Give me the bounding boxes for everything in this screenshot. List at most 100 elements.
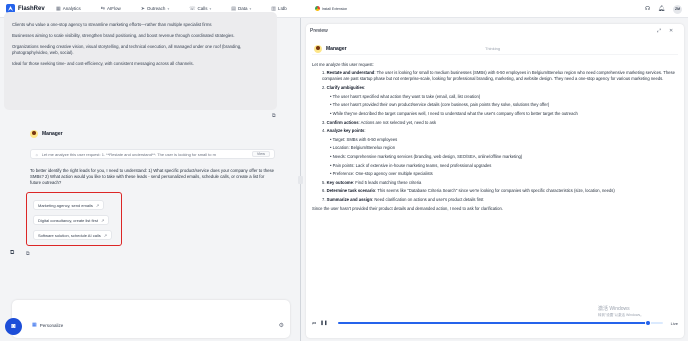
bullet-text: Pain points: Lack of extensive in-house … xyxy=(332,162,492,168)
bullet-item: • Needs: Comprehensive marketing service… xyxy=(330,153,523,159)
previous-message-card: Clients who value a one-stop agency to s… xyxy=(4,12,277,110)
view-button[interactable]: View xyxy=(251,151,270,157)
user-avatar[interactable]: ZM xyxy=(673,4,682,14)
step-label: Analyze key points xyxy=(326,128,365,134)
nav-item-outreach[interactable]: ➤ Outreach ▾ xyxy=(141,6,169,12)
nav-menu: ▦ Analytics ⇆ AIFlow ➤ Outreach ▾ ☏ Calls ▾ ▤ Data ▾… xyxy=(56,6,307,12)
agent-name: Manager xyxy=(42,131,63,137)
install-extension-link[interactable]: Install Extension xyxy=(314,6,348,11)
step-item: 1. Restate and understand: The user is l… xyxy=(322,69,675,81)
bullet-text: Preference: One-stop agency over multipl… xyxy=(332,171,433,177)
copy-icon[interactable]: ⧉ xyxy=(26,251,30,257)
bullet-text: Target: SMBs with 6-50 employees xyxy=(332,136,398,142)
aiflow-icon: ⇆ xyxy=(100,5,105,12)
database-icon: ▤ xyxy=(231,5,236,12)
message-line: Organizations needing creative vision, v… xyxy=(12,44,242,55)
nav-item-aiflow[interactable]: ⇆ AIFlow xyxy=(101,6,121,12)
nav-item-label: Analytics xyxy=(62,6,81,11)
thinking-status: Thinking xyxy=(485,46,501,51)
live-label[interactable]: Live xyxy=(671,321,678,326)
nav-item-lidb[interactable]: ▥ LIdb xyxy=(271,6,287,12)
outreach-icon: ➤ xyxy=(140,5,145,12)
arrow-up-right-icon: ↗ xyxy=(100,217,105,223)
resize-handle[interactable] xyxy=(298,176,303,184)
chat-input-panel[interactable]: ▦ Personalize ⚙ xyxy=(12,300,290,338)
bullet-text: Needs: Comprehensive marketing services … xyxy=(332,153,523,159)
preview-agent-header: Manager xyxy=(314,45,347,53)
settings-icon[interactable]: ⚙ xyxy=(279,322,284,329)
playback-slider[interactable] xyxy=(337,320,663,326)
suggestion-label: Marketing agency, send emails xyxy=(38,202,93,208)
step-item: 2. Clarify ambiguities: xyxy=(322,85,366,91)
bullet-text: While they've described the target compa… xyxy=(332,110,578,116)
playback-knob[interactable] xyxy=(645,320,652,326)
suggestion-chip[interactable]: Digital consultancy, create list first ↗ xyxy=(33,215,110,225)
windows-activation-watermark: 激活 Windows 转到"设置"以激活 Windows。 xyxy=(598,306,644,318)
nav-item-analytics[interactable]: ▦ Analytics xyxy=(56,6,81,12)
bulb-icon: ☼ xyxy=(35,151,39,157)
expand-icon[interactable]: ⤢ xyxy=(657,28,661,34)
agent-header: Manager xyxy=(30,130,63,138)
nav-item-label: AIFlow xyxy=(106,6,121,11)
bell-icon[interactable]: 🔔︎ xyxy=(658,6,665,12)
thinking-summary-text: Let me analyze this user request: 1. **R… xyxy=(41,151,216,157)
pause-icon[interactable]: ❚❚ xyxy=(320,320,328,326)
replay-player: ⏮ ❚❚ Live xyxy=(312,318,678,328)
arrow-up-right-icon: ↗ xyxy=(103,232,108,238)
new-chat-icon[interactable]: ⧉ xyxy=(10,250,14,257)
chat-bubble-icon: ◙ xyxy=(11,323,16,330)
nav-item-data[interactable]: ▤ Data ▾ xyxy=(231,6,251,12)
bullet-item: • While they've described the target com… xyxy=(330,110,578,116)
suggestion-chip[interactable]: Software solution, schedule AI calls ↗ xyxy=(33,230,113,240)
agent-name: Manager xyxy=(326,46,347,52)
bullet-item: • Preference: One-stop agency over multi… xyxy=(330,171,433,177)
suggestion-label: Digital consultancy, create list first xyxy=(38,217,98,223)
headset-icon[interactable]: ☊ xyxy=(645,6,650,12)
watermark-line: 转到"设置"以激活 Windows。 xyxy=(598,312,644,317)
step-label: Key outcome xyxy=(326,179,353,185)
step-text: : Actions are not selected yet, need to … xyxy=(358,119,437,125)
nav-item-label: LIdb xyxy=(278,6,287,11)
assistant-fab[interactable]: ◙ xyxy=(5,318,22,335)
arrow-up-right-icon: ↗ xyxy=(95,202,100,208)
playback-progress-fill xyxy=(337,322,649,324)
step-text: : xyxy=(364,128,366,134)
install-extension-label: Install Extension xyxy=(321,6,348,11)
bullet-text: Location: Belgium/Benelux region xyxy=(332,145,396,151)
brand-name: FlashRev xyxy=(18,5,45,12)
skip-back-icon[interactable]: ⏮ xyxy=(312,321,316,326)
chrome-icon xyxy=(314,6,320,11)
step-item: 4. Analyze key points: xyxy=(322,128,366,134)
step-label: Summarize and assign xyxy=(326,196,373,202)
step-label: Restate and understand xyxy=(326,69,375,75)
message-line: Clients who value a one-stop agency to s… xyxy=(12,22,212,27)
personalize-toggle[interactable]: ▦ Personalize xyxy=(32,322,63,328)
nav-item-label: Calls xyxy=(197,6,208,11)
bullet-item: • Location: Belgium/Benelux region xyxy=(330,145,396,151)
message-line: Ideal for those seeking time- and cost-e… xyxy=(12,61,194,66)
grid-icon: ▦ xyxy=(32,322,37,328)
copy-icon[interactable]: ⧉ xyxy=(272,113,276,119)
nav-item-label: Outreach xyxy=(146,6,166,11)
nav-item-label: Data xyxy=(237,6,248,11)
step-text: : This seems like "Database Criteria Sea… xyxy=(375,188,615,194)
step-item: 5. Key outcome: Find 5 leads matching th… xyxy=(322,179,422,185)
chevron-down-icon: ▾ xyxy=(167,6,170,11)
close-icon[interactable]: ✕ xyxy=(669,28,673,34)
agent-answer: To better identify the right leads for y… xyxy=(30,168,275,185)
bullet-item: • The user hasn't provided their own pro… xyxy=(330,102,550,108)
preview-panel: Preview ⤢ ✕ Manager Thinking Let me anal… xyxy=(306,24,684,338)
thinking-summary[interactable]: ☼ Let me analyze this user request: 1. *… xyxy=(30,149,275,159)
step-label: Confirm actions xyxy=(326,119,359,125)
analytics-icon: ▦ xyxy=(56,5,61,12)
phone-icon: ☏ xyxy=(189,5,196,12)
suggestion-label: Software solution, schedule AI calls xyxy=(38,232,101,238)
linkedin-db-icon: ▥ xyxy=(271,5,276,12)
step-text: : Need clarification on actions and user… xyxy=(372,196,484,202)
intro-line: Let me analyze this user request: xyxy=(312,62,374,67)
step-text: : The user is looking for small to mediu… xyxy=(322,69,675,81)
step-item: 7. Summarize and assign: Need clarificat… xyxy=(322,196,484,202)
nav-item-calls[interactable]: ☏ Calls ▾ xyxy=(189,6,211,12)
suggestion-chip[interactable]: Marketing agency, send emails ↗ xyxy=(33,200,105,210)
preview-content: Let me analyze this user request: 1. Res… xyxy=(312,61,678,213)
